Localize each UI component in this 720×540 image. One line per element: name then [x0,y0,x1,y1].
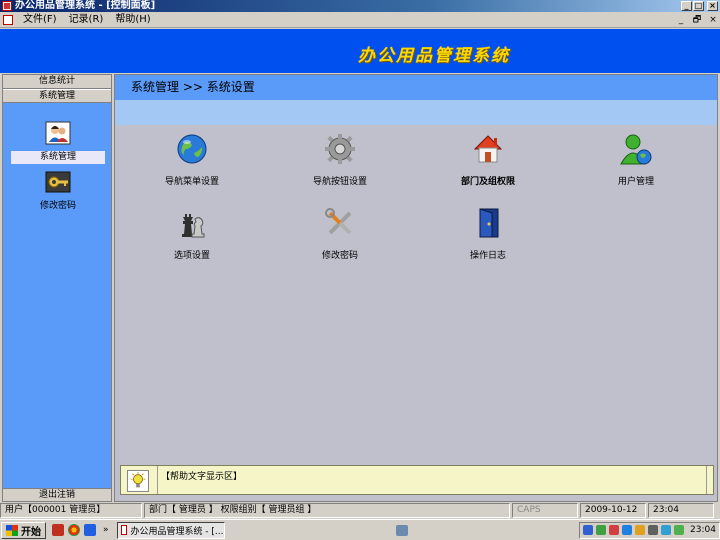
user-globe-icon [620,134,652,165]
app-icon [120,525,128,535]
task-button-app[interactable]: 办公用品管理系统 - [... [116,521,225,539]
help-text: 【帮助文字显示区】 [161,472,243,482]
mdi-controls: _ 🗗 × [676,15,718,25]
quicklaunch-app-icon[interactable] [52,524,64,536]
status-date: 2009-10-12 [580,503,646,518]
minimize-button[interactable]: _ [681,1,692,11]
settings-grid: 导航菜单设置 导航按钮设置 部门及组权限 用户管理 选项设置 修改密码 操作日志 [115,125,717,455]
start-button[interactable]: 开始 [1,521,46,539]
window-controls: _ □ × [681,1,718,11]
logout-button[interactable]: 退出注销 [3,488,111,501]
help-bar: 【帮助文字显示区】 [120,465,714,495]
browser-icon[interactable] [84,524,96,536]
network-icon[interactable] [395,524,408,536]
sidebar-item-label: 系统管理 [11,151,105,164]
tile-label: 导航按钮设置 [312,177,367,187]
app-icon [2,1,12,11]
status-user: 用户【000001 管理员】 [0,503,142,518]
mdi-restore-button[interactable]: 🗗 [692,15,702,25]
globe-icon [177,134,207,164]
main-panel: 系统管理 >> 系统设置 导航菜单设置 导航按钮设置 部门及组权限 用户管理 选… [114,74,718,502]
sidebar-item-label: 修改密码 [39,201,76,211]
tile-change-password[interactable]: 修改密码 [295,207,385,261]
gear-icon [325,134,355,164]
admin-users-icon [45,121,71,145]
chess-icon [182,214,205,238]
tray-icon-6[interactable] [648,525,659,535]
task-button-label: 办公用品管理系统 - [... [130,526,224,537]
tile-nav-button-settings[interactable]: 导航按钮设置 [295,133,385,187]
tile-user-management[interactable]: 用户管理 [591,133,681,187]
tile-label: 部门及组权限 [460,177,515,187]
sidebar-item-system-admin[interactable]: 系统管理 [11,121,105,164]
door-icon [479,208,499,238]
status-dept: 部门【 管理员 】 权限组别【 管理员组 】 [144,503,510,518]
mdi-close-button[interactable]: × [708,15,718,25]
menu-bar: 文件(F) 记录(R) 帮助(H) _ 🗗 × [0,13,720,28]
status-time: 23:04 [648,503,714,518]
system-tray: 23:04 [579,521,720,539]
header-banner: 办公用品管理系统 [0,29,720,73]
sidebar-section-system[interactable]: 系统管理 [3,89,111,103]
chevron-icon[interactable]: » [103,525,109,535]
taskbar: 开始 » 办公用品管理系统 - [... 23:04 [0,519,720,540]
tray-icon-7[interactable] [661,525,672,535]
tray-icon-8[interactable] [674,525,685,535]
document-icon[interactable] [3,15,13,25]
tray-clock: 23:04 [690,525,716,535]
tray-icon-4[interactable] [622,525,633,535]
tray-icon-2[interactable] [596,525,607,535]
tile-dept-group-permissions[interactable]: 部门及组权限 [443,133,533,187]
sidebar-section-stats[interactable]: 信息统计 [3,75,111,89]
sidebar-item-change-password[interactable]: 修改密码 [11,170,105,213]
tray-icon-3[interactable] [609,525,620,535]
close-button[interactable]: × [707,1,718,11]
status-caps: CAPS [512,503,578,518]
windows-flag-icon [6,524,18,536]
maximize-button[interactable]: □ [693,1,704,11]
chrome-icon[interactable] [68,524,80,536]
sidebar: 信息统计 系统管理 系统管理 修改密码 退出注销 [2,74,112,502]
tile-label: 导航菜单设置 [164,177,219,187]
sub-header-bar [115,100,717,125]
tray-icon-1[interactable] [583,525,594,535]
tile-label: 用户管理 [617,177,654,187]
breadcrumb: 系统管理 >> 系统设置 [115,75,717,100]
lightbulb-icon [127,470,149,492]
menu-file[interactable]: 文件(F) [17,13,63,27]
menu-record[interactable]: 记录(R) [63,13,110,27]
start-label: 开始 [21,526,41,538]
mdi-minimize-button[interactable]: _ [676,15,686,25]
tile-nav-menu-settings[interactable]: 导航菜单设置 [147,133,237,187]
tile-option-settings[interactable]: 选项设置 [147,207,237,261]
menu-help[interactable]: 帮助(H) [109,13,156,27]
tile-label: 操作日志 [469,251,506,261]
house-icon [473,135,503,163]
status-bar: 用户【000001 管理员】 部门【 管理员 】 权限组别【 管理员组 】 CA… [0,503,720,518]
banner-title: 办公用品管理系统 [358,46,510,66]
tile-label: 选项设置 [173,251,210,261]
key-icon [45,171,71,193]
window-title: 办公用品管理系统 - [控制面板] [15,0,156,11]
tray-icon-5[interactable] [635,525,646,535]
title-bar: 办公用品管理系统 - [控制面板] _ □ × [0,0,720,12]
tile-label: 修改密码 [321,251,358,261]
quick-launch: » [52,524,112,536]
tile-operation-log[interactable]: 操作日志 [443,207,533,261]
tools-icon [325,208,352,235]
